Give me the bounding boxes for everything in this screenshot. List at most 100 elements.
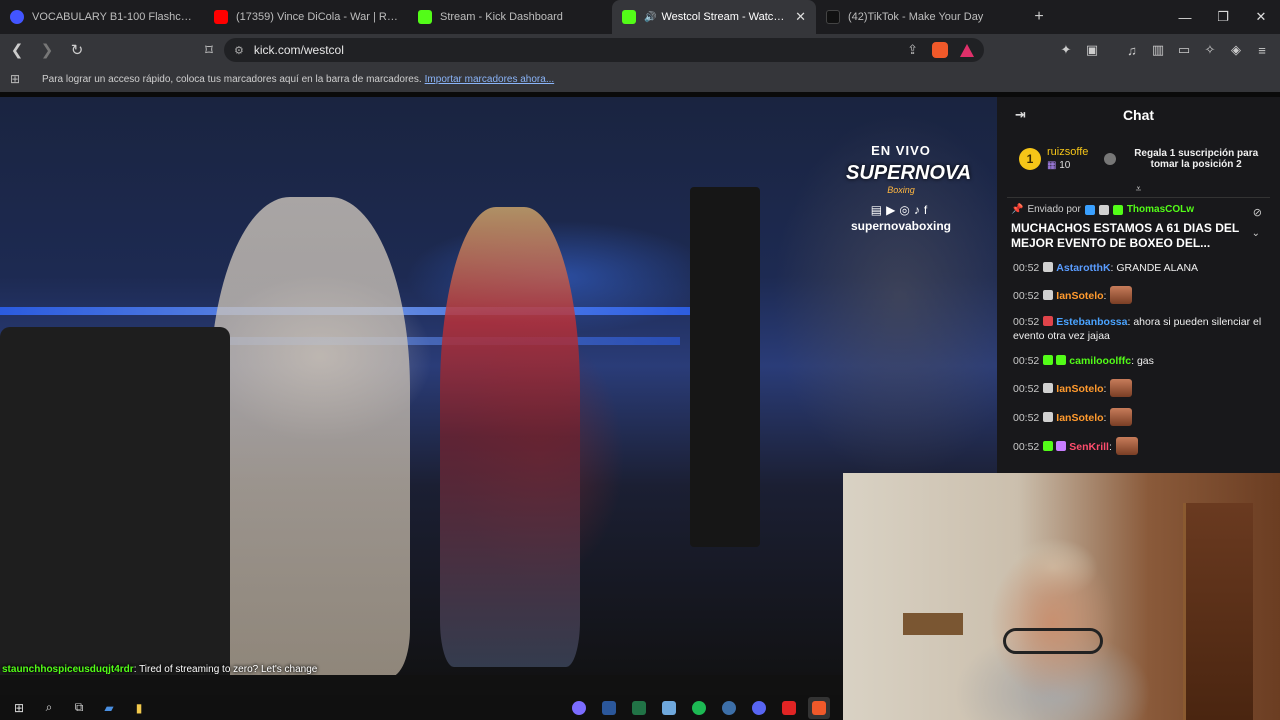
chat-panel: ⇥ Chat 1 ruizsoffe ▦ 10 Regala 1 suscrip…: [997, 97, 1280, 473]
expand-pin-icon[interactable]: ⌄: [1252, 228, 1260, 239]
chat-message: 00:52 IanSotelo:: [1013, 286, 1270, 304]
emote-icon: [1110, 408, 1133, 426]
taskbar-pinned-apps: [568, 697, 830, 719]
subscriber-badge-icon: [1043, 316, 1054, 326]
leader-info: ruizsoffe ▦ 10: [1047, 146, 1088, 172]
message-user[interactable]: IanSotelo: [1056, 383, 1103, 395]
ring-post: [690, 187, 760, 547]
webcam-shelf: [903, 613, 963, 635]
sidebar-icon[interactable]: ▥: [1148, 38, 1168, 62]
steam-icon[interactable]: [718, 697, 740, 719]
site-info-icon[interactable]: ⚙: [234, 44, 244, 57]
minimize-icon[interactable]: —: [1166, 0, 1204, 34]
boxer-figure: [210, 197, 410, 677]
message-text: :: [1103, 412, 1107, 424]
tab-kick-dashboard[interactable]: Stream - Kick Dashboard: [408, 0, 612, 34]
quizlet-favicon-icon: [10, 10, 24, 24]
message-user[interactable]: IanSotelo: [1056, 290, 1103, 302]
message-user[interactable]: AstarotthK: [1056, 262, 1110, 274]
media-icon[interactable]: ♫: [1122, 38, 1142, 62]
message-text: : GRANDE ALANA: [1110, 262, 1199, 274]
message-user[interactable]: SenKrill: [1069, 441, 1109, 453]
folder-icon[interactable]: ▮: [128, 697, 150, 719]
taskbar: ⊞ ⌕ ⧉ ▰ ▮: [0, 695, 843, 720]
gift-cta[interactable]: Regala 1 suscripción para tomar la posic…: [1124, 148, 1268, 170]
chat-message: 00:52 Estebanbossa: ahora si pueden silen…: [1013, 315, 1270, 343]
message-time: 00:52: [1013, 262, 1040, 274]
forward-icon[interactable]: ❯: [34, 37, 60, 63]
search-icon[interactable]: ⌕: [38, 697, 60, 719]
gifter-badge-icon: [1056, 355, 1067, 365]
app-icon[interactable]: ▰: [98, 697, 120, 719]
tab-tiktok[interactable]: (42)TikTok - Make Your Day: [816, 0, 1020, 34]
copilot-icon[interactable]: [568, 697, 590, 719]
notepad-icon[interactable]: [658, 697, 680, 719]
extensions-area: ✦ ▣ ♫ ▥ ▭ ✧ ◈ ≡: [1056, 38, 1272, 62]
subscriber-badge-icon: [1043, 383, 1054, 393]
tab-youtube[interactable]: (17359) Vince DiCola - War | Rocky IV: [204, 0, 408, 34]
new-tab-button[interactable]: +: [1024, 8, 1054, 26]
subscriber-badge-icon: [1043, 355, 1054, 365]
discord-icon[interactable]: [748, 697, 770, 719]
instagram-icon: ◎: [899, 203, 914, 217]
webcam-door: [1183, 503, 1253, 720]
tiktok-favicon-icon: [826, 10, 840, 24]
message-user[interactable]: camilooolffc: [1069, 355, 1131, 367]
extensions-icon[interactable]: ✦: [1056, 38, 1076, 62]
address-bar[interactable]: ⚙ kick.com/westcol ⇪: [224, 38, 984, 62]
maximize-icon[interactable]: ❐: [1204, 0, 1242, 34]
gift-leaderboard[interactable]: 1 ruizsoffe ▦ 10 Regala 1 suscripción pa…: [997, 133, 1280, 185]
tab-title: (42)TikTok - Make Your Day: [848, 11, 984, 23]
message-user[interactable]: Estebanbossa: [1056, 316, 1127, 328]
pinned-user[interactable]: ThomasCOLw: [1127, 204, 1194, 215]
vpn-icon[interactable]: ◈: [1226, 38, 1246, 62]
message-text: :: [1103, 383, 1107, 395]
moderator-badge-icon: [1084, 204, 1095, 215]
excel-icon[interactable]: [628, 697, 650, 719]
hide-pin-icon[interactable]: ⊘: [1253, 206, 1262, 219]
close-tab-icon[interactable]: ✕: [795, 9, 806, 25]
tiktok-icon: ♪: [913, 203, 924, 217]
windows-icon[interactable]: ⊞: [8, 697, 30, 719]
subscriber-badge-icon: [1043, 441, 1054, 451]
spotify-icon[interactable]: [688, 697, 710, 719]
social-handle: supernovaboxing: [850, 219, 951, 233]
speaker-icon[interactable]: 🔊: [644, 12, 656, 23]
kick-favicon-icon: [622, 10, 636, 24]
word-icon[interactable]: [598, 697, 620, 719]
message-user[interactable]: IanSotelo: [1056, 412, 1103, 424]
brave-rewards-icon[interactable]: [960, 43, 974, 57]
brave-shields-icon[interactable]: [932, 42, 948, 58]
close-window-icon[interactable]: ✕: [1242, 0, 1280, 34]
subscriber-badge-icon: [1043, 262, 1054, 272]
task-view-icon[interactable]: ⧉: [68, 697, 90, 719]
brave-icon[interactable]: [808, 697, 830, 719]
leo-icon[interactable]: ✧: [1200, 38, 1220, 62]
menu-icon[interactable]: ≡: [1252, 38, 1272, 62]
tab-quizlet[interactable]: VOCABULARY B1-100 Flashcards | Qu: [0, 0, 204, 34]
live-label: EN VIVO: [871, 143, 931, 158]
chat-message: 00:52 camilooolffc: gas: [1013, 354, 1270, 368]
wallet-icon[interactable]: ▭: [1174, 38, 1194, 62]
youtube-icon[interactable]: [778, 697, 800, 719]
tab-westcol-stream[interactable]: 🔊 Westcol Stream - Watch Live ✕: [612, 0, 816, 34]
message-time: 00:52: [1013, 383, 1040, 395]
apps-grid-icon[interactable]: ⊞: [10, 72, 26, 86]
bookmark-icon[interactable]: ⌑: [196, 37, 222, 63]
pinned-by-label: Enviado por: [1027, 204, 1081, 215]
gift-count-icon: ▦: [1047, 160, 1057, 171]
reload-icon[interactable]: ↻: [64, 37, 90, 63]
collapse-chat-icon[interactable]: ⇥: [1015, 107, 1026, 123]
pinned-by-line: 📌 Enviado por ThomasCOLw: [1011, 204, 1266, 215]
tab-title: (17359) Vince DiCola - War | Rocky IV: [236, 11, 398, 23]
collapse-pinned-icon[interactable]: ⩡: [997, 185, 1280, 197]
screenshot-icon[interactable]: ▣: [1082, 38, 1102, 62]
brand-title: SUPERNOVA: [846, 162, 972, 184]
url-text[interactable]: kick.com/westcol: [254, 43, 344, 57]
share-icon[interactable]: ⇪: [907, 42, 918, 58]
chat-title: Chat: [1122, 107, 1155, 123]
import-bookmarks-link[interactable]: Importar marcadores ahora...: [425, 74, 555, 85]
chat-message: 00:52 AstarotthK: GRANDE ALANA: [1013, 261, 1270, 275]
twitch-icon: ▤: [870, 203, 887, 217]
back-icon[interactable]: ❮: [4, 37, 30, 63]
